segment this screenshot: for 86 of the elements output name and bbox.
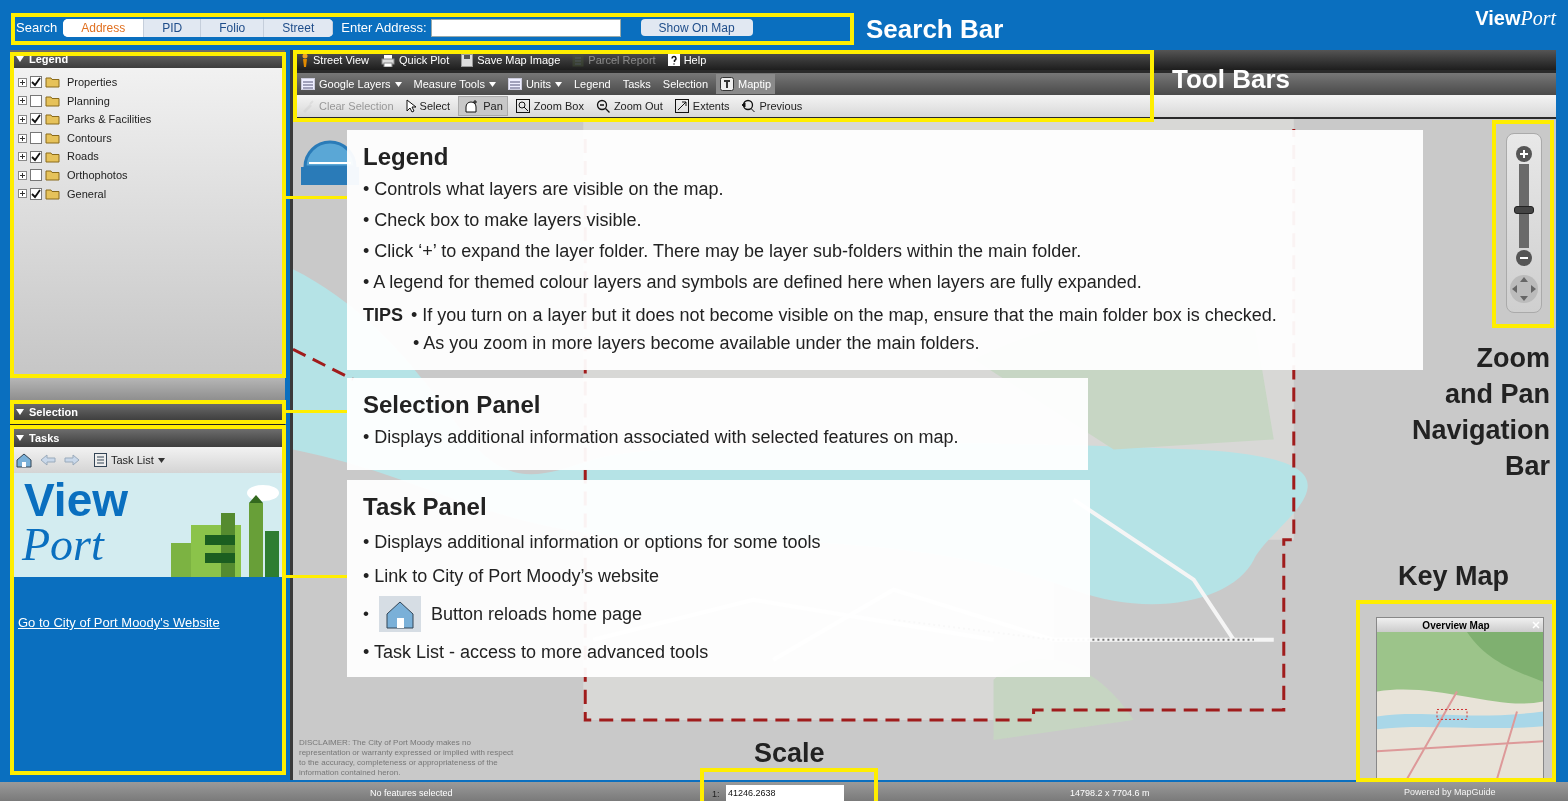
layer-checkbox[interactable] xyxy=(30,132,42,145)
search-tab[interactable]: Folio xyxy=(201,18,265,37)
layer-checkbox[interactable] xyxy=(30,169,42,182)
text-icon xyxy=(720,77,735,91)
scale-field[interactable]: 41246.2638 xyxy=(726,785,844,801)
address-field[interactable] xyxy=(430,18,621,37)
zoom-out-icon xyxy=(595,99,610,113)
expand-icon xyxy=(18,152,27,162)
toolbar-button[interactable]: Save Map Image xyxy=(457,50,565,70)
toolbar-button[interactable]: Tasks xyxy=(618,74,655,94)
folder-icon xyxy=(45,94,60,107)
caret-icon xyxy=(488,81,496,87)
folder-icon xyxy=(45,187,60,200)
task-list-button[interactable]: Task List xyxy=(94,451,165,469)
list-icon xyxy=(301,78,315,90)
expand-icon xyxy=(18,77,27,87)
caret-icon xyxy=(394,81,402,87)
toolbar-button[interactable]: Selection xyxy=(658,74,713,94)
search-tab[interactable]: PID xyxy=(144,18,202,37)
expand-icon xyxy=(18,115,27,124)
layer-name[interactable]: Contours xyxy=(67,129,112,147)
layer-name[interactable]: Properties xyxy=(67,74,118,91)
expand-icon xyxy=(18,170,27,180)
layer-name[interactable]: General xyxy=(67,185,107,203)
toolbar-button[interactable]: Previous xyxy=(737,96,807,116)
layer-name[interactable]: Orthophotos xyxy=(67,167,128,184)
scale-prefix: 1: xyxy=(712,788,720,801)
cursor-icon xyxy=(405,99,416,113)
expand-icon xyxy=(18,189,27,199)
toolbar-button[interactable]: Street View xyxy=(297,50,374,70)
collapse-triangle-icon xyxy=(16,409,24,415)
show-on-map-button[interactable]: Show On Map xyxy=(640,19,753,37)
caret-icon xyxy=(554,81,562,87)
toolbar-button[interactable]: Legend xyxy=(569,74,615,94)
layer-checkbox[interactable] xyxy=(30,76,42,89)
banner-title: View xyxy=(24,479,128,523)
previous-icon xyxy=(741,99,756,113)
toolbar-button[interactable]: Measure Tools xyxy=(409,74,500,94)
list-icon xyxy=(507,78,522,90)
expand-icon xyxy=(18,96,27,106)
search-label: Search xyxy=(16,19,58,37)
collapse-triangle-icon xyxy=(16,56,24,62)
layer-checkbox[interactable] xyxy=(30,187,42,200)
viewport-logo: ViewPort xyxy=(1475,8,1556,28)
toolbar-button[interactable]: Google Layers xyxy=(297,74,406,94)
list-icon xyxy=(94,453,107,467)
toolbar-button[interactable]: Zoom Out xyxy=(591,96,667,116)
annotation-label: Search Bar xyxy=(866,13,1004,46)
expand-icon xyxy=(18,133,27,143)
address-label: Enter Address: xyxy=(341,19,427,37)
toolbar-button[interactable]: Pan xyxy=(458,96,508,116)
selection-status: No features selected xyxy=(370,787,453,800)
annotation-label: Tool Bars xyxy=(1172,63,1290,96)
folder-icon xyxy=(45,169,60,182)
toolbar-button[interactable]: Select xyxy=(401,96,455,116)
printer-icon xyxy=(381,53,396,67)
hand-icon xyxy=(463,99,480,113)
layer-name[interactable]: Roads xyxy=(67,148,99,165)
zoom-box-icon xyxy=(515,99,530,113)
caret-icon xyxy=(157,457,165,463)
extent-text: 14798.2 x 7704.6 m xyxy=(1070,787,1150,800)
layer-checkbox[interactable] xyxy=(30,113,42,126)
collapse-triangle-icon xyxy=(16,435,24,441)
toolbar-button[interactable]: Extents xyxy=(670,96,734,116)
layer-name[interactable]: Planning xyxy=(67,92,110,110)
website-link[interactable]: Go to City of Port Moody's Website xyxy=(18,613,220,633)
folder-icon xyxy=(45,113,60,126)
help-icon xyxy=(667,54,680,66)
extents-icon xyxy=(674,99,689,113)
folder-icon xyxy=(45,76,60,89)
banner-subtitle: Port xyxy=(22,522,106,567)
layer-name[interactable]: Parks & Facilities xyxy=(67,111,152,128)
toolbar-button[interactable]: Help xyxy=(663,50,711,70)
document-icon xyxy=(572,53,585,67)
eraser-icon xyxy=(301,99,315,113)
toolbar-button[interactable]: Quick Plot xyxy=(377,50,454,70)
home-button[interactable] xyxy=(16,452,32,468)
folder-icon xyxy=(45,150,60,163)
layer-checkbox[interactable] xyxy=(30,150,42,163)
toolbar-button[interactable]: Units xyxy=(503,74,566,94)
search-tab[interactable]: Street xyxy=(264,18,334,37)
folder-icon xyxy=(45,132,60,145)
powered-by-text: Powered by MapGuide xyxy=(1404,786,1496,799)
person-icon xyxy=(301,53,309,67)
layer-checkbox[interactable] xyxy=(30,94,42,107)
toolbar-button[interactable]: Zoom Box xyxy=(511,96,588,116)
